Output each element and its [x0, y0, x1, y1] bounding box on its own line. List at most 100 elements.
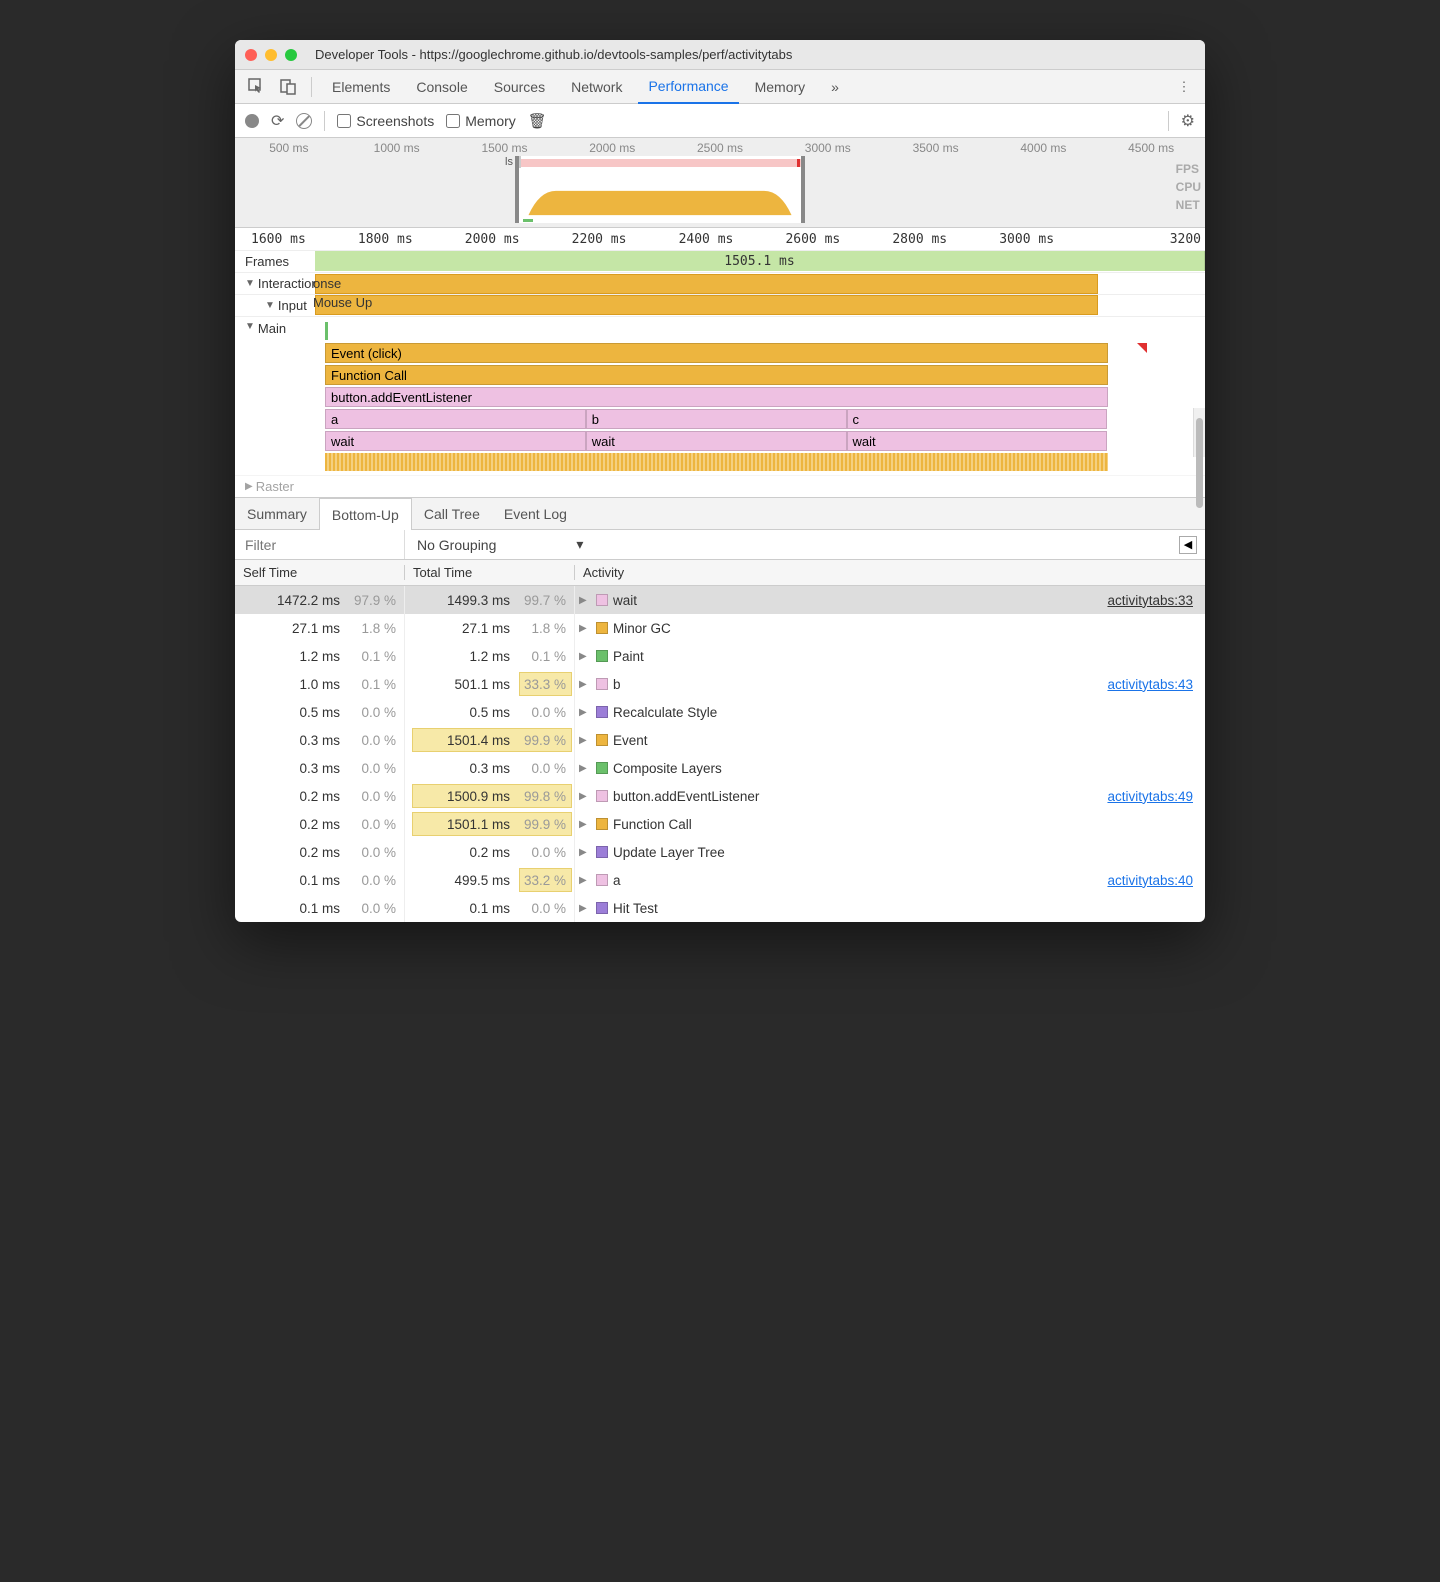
table-row[interactable]: 1472.2 ms97.9 %1499.3 ms99.7 %▶waitactiv…: [235, 586, 1205, 614]
filter-input[interactable]: [235, 530, 405, 559]
col-activity[interactable]: Activity: [575, 565, 1205, 580]
scroll-thumb[interactable]: [1196, 418, 1203, 508]
table-row[interactable]: 27.1 ms1.8 %27.1 ms1.8 %▶Minor GC: [235, 614, 1205, 642]
frames-label: Frames: [235, 251, 315, 272]
minimize-icon[interactable]: [265, 49, 277, 61]
table-row[interactable]: 0.3 ms0.0 %0.3 ms0.0 %▶Composite Layers: [235, 754, 1205, 782]
filter-row: No Grouping ▾ ◀: [235, 530, 1205, 560]
source-link[interactable]: activitytabs:33: [1107, 593, 1193, 608]
inspect-icon[interactable]: [243, 74, 269, 100]
expand-icon[interactable]: ▶: [579, 651, 591, 662]
fn-a-bar[interactable]: a: [325, 409, 586, 429]
sel-label: ls: [505, 156, 513, 168]
overview-pane[interactable]: 500 ms1000 ms1500 ms2000 ms2500 ms3000 m…: [235, 138, 1205, 228]
table-row[interactable]: 0.3 ms0.0 %1501.4 ms99.9 %▶Event: [235, 726, 1205, 754]
clear-icon[interactable]: [296, 113, 312, 129]
main-body: Event (click) Function Call button.addEv…: [315, 317, 1205, 475]
dtab-bottom-up[interactable]: Bottom-Up: [319, 498, 412, 530]
table-row[interactable]: 1.2 ms0.1 %1.2 ms0.1 %▶Paint: [235, 642, 1205, 670]
expand-icon[interactable]: ▶: [579, 819, 591, 830]
dtab-event-log[interactable]: Event Log: [492, 498, 579, 529]
activity-name: Update Layer Tree: [613, 845, 725, 860]
expand-icon[interactable]: ▶: [579, 707, 591, 718]
show-heaviest-stack-icon[interactable]: ◀: [1179, 536, 1197, 554]
interaction-bar[interactable]: [315, 274, 1098, 294]
activity-name: Paint: [613, 649, 644, 664]
activity-swatch: [596, 818, 608, 830]
frame-bar[interactable]: 1505.1 ms: [315, 251, 1205, 271]
overview-selection[interactable]: ls: [515, 156, 805, 223]
function-call-bar[interactable]: Function Call: [325, 365, 1108, 385]
record-icon[interactable]: [245, 114, 259, 128]
input-track[interactable]: ▼Input Mouse Up: [235, 294, 1205, 316]
tab-overflow[interactable]: »: [821, 70, 849, 103]
table-row[interactable]: 0.2 ms0.0 %1501.1 ms99.9 %▶Function Call: [235, 810, 1205, 838]
chevron-down-icon: ▾: [576, 536, 583, 553]
source-link[interactable]: activitytabs:40: [1107, 873, 1193, 888]
device-toggle-icon[interactable]: [275, 74, 301, 100]
main-track[interactable]: ▼Main Event (click) Function Call button…: [235, 316, 1205, 475]
expand-icon[interactable]: ▶: [579, 763, 591, 774]
activity-swatch: [596, 762, 608, 774]
trash-icon[interactable]: 🗑: [528, 112, 547, 130]
table-row[interactable]: 0.1 ms0.0 %499.5 ms33.2 %▶aactivitytabs:…: [235, 866, 1205, 894]
activity-swatch: [596, 790, 608, 802]
expand-icon[interactable]: ▶: [579, 735, 591, 746]
scrollbar[interactable]: [1193, 408, 1205, 457]
kebab-menu-icon[interactable]: ⋮: [1171, 74, 1197, 100]
reload-icon[interactable]: ⟳: [271, 111, 284, 131]
table-row[interactable]: 0.2 ms0.0 %0.2 ms0.0 %▶Update Layer Tree: [235, 838, 1205, 866]
tab-performance[interactable]: Performance: [638, 71, 738, 104]
source-link[interactable]: activitytabs:43: [1107, 677, 1193, 692]
expand-icon[interactable]: ▶: [579, 623, 591, 634]
fps-bar: [519, 159, 801, 167]
tab-memory[interactable]: Memory: [745, 70, 816, 103]
interactions-track[interactable]: ▼Interactions onse: [235, 272, 1205, 294]
divider: [324, 111, 325, 131]
activity-name: Recalculate Style: [613, 705, 717, 720]
col-self-time[interactable]: Self Time: [235, 565, 405, 580]
col-total-time[interactable]: Total Time: [405, 565, 575, 580]
flame-chart[interactable]: 1600 ms1800 ms2000 ms2200 ms2400 ms2600 …: [235, 228, 1205, 498]
expand-icon[interactable]: ▶: [579, 679, 591, 690]
fn-b-bar[interactable]: b: [586, 409, 847, 429]
wait-b-bar[interactable]: wait: [586, 431, 847, 451]
source-link[interactable]: activitytabs:49: [1107, 789, 1193, 804]
tab-console[interactable]: Console: [406, 70, 477, 103]
screenshots-checkbox[interactable]: Screenshots: [337, 113, 434, 129]
table-row[interactable]: 0.2 ms0.0 %1500.9 ms99.8 %▶button.addEve…: [235, 782, 1205, 810]
activity-name: Event: [613, 733, 648, 748]
dtab-call-tree[interactable]: Call Tree: [412, 498, 492, 529]
expand-icon[interactable]: ▶: [579, 595, 591, 606]
grouping-select[interactable]: No Grouping ▾: [405, 536, 595, 553]
devtools-window: Developer Tools - https://googlechrome.g…: [235, 40, 1205, 922]
table-row[interactable]: 0.1 ms0.0 %0.1 ms0.0 %▶Hit Test: [235, 894, 1205, 922]
input-event-text: Mouse Up: [313, 295, 372, 310]
table-row[interactable]: 1.0 ms0.1 %501.1 ms33.3 %▶bactivitytabs:…: [235, 670, 1205, 698]
activity-swatch: [596, 650, 608, 662]
close-icon[interactable]: [245, 49, 257, 61]
activity-swatch: [596, 902, 608, 914]
expand-icon[interactable]: ▶: [579, 847, 591, 858]
expand-icon[interactable]: ▶: [579, 791, 591, 802]
raster-track[interactable]: ▶Raster: [235, 475, 1205, 497]
wait-c-bar[interactable]: wait: [847, 431, 1108, 451]
timeline-ruler: 1600 ms1800 ms2000 ms2200 ms2400 ms2600 …: [235, 228, 1205, 250]
event-click-bar[interactable]: Event (click): [325, 343, 1108, 363]
input-bar[interactable]: [315, 295, 1098, 315]
table-row[interactable]: 0.5 ms0.0 %0.5 ms0.0 %▶Recalculate Style: [235, 698, 1205, 726]
table-header: Self Time Total Time Activity: [235, 560, 1205, 586]
listener-bar[interactable]: button.addEventListener: [325, 387, 1108, 407]
expand-icon[interactable]: ▶: [579, 875, 591, 886]
dtab-summary[interactable]: Summary: [235, 498, 319, 529]
frames-track[interactable]: Frames 1505.1 ms: [235, 250, 1205, 272]
zoom-icon[interactable]: [285, 49, 297, 61]
wait-a-bar[interactable]: wait: [325, 431, 586, 451]
tab-elements[interactable]: Elements: [322, 70, 400, 103]
tab-network[interactable]: Network: [561, 70, 632, 103]
tab-sources[interactable]: Sources: [484, 70, 555, 103]
expand-icon[interactable]: ▶: [579, 903, 591, 914]
fn-c-bar[interactable]: c: [847, 409, 1108, 429]
gear-icon[interactable]: ⚙: [1181, 111, 1195, 131]
memory-checkbox[interactable]: Memory: [446, 113, 516, 129]
